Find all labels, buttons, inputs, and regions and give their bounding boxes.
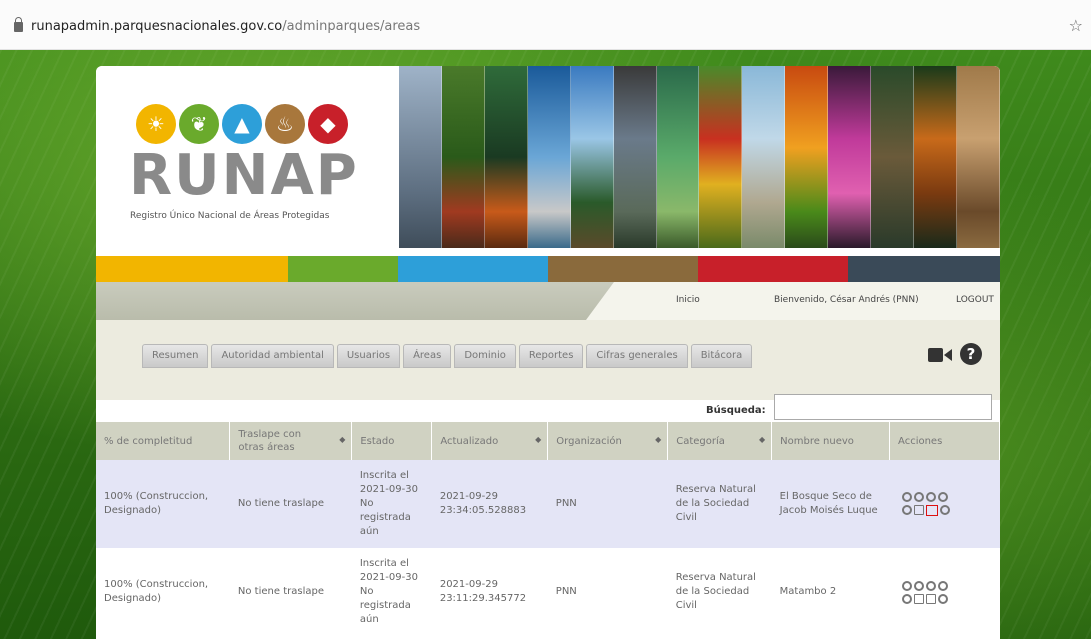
header: ☀ ❦ ▲ ♨ ◆ RUNAP Registro Único Nacional … [96, 66, 1000, 256]
runap-logo: ☀ ❦ ▲ ♨ ◆ RUNAP Registro Único Nacional … [124, 98, 374, 228]
logout-link[interactable]: LOGOUT [956, 295, 994, 305]
user-bar: Inicio Bienvenido, César Andrés (PNN) LO… [96, 282, 1000, 320]
tabs-area: Resumen Autoridad ambiental Usuarios Áre… [96, 320, 1000, 400]
info-icon[interactable] [939, 505, 950, 515]
search-input[interactable] [774, 394, 992, 420]
col-traslape[interactable]: Traslape con otras áreas ◆ [229, 422, 353, 460]
sort-icon[interactable]: ◆ [535, 435, 541, 444]
delete-icon[interactable] [901, 593, 912, 604]
fire-icon: ♨ [265, 104, 305, 144]
welcome-text: Bienvenido, César Andrés (PNN) [774, 295, 919, 305]
mountain-icon: ▲ [222, 104, 262, 144]
cell-categoria: Reserva Natural de la Sociedad Civil [667, 548, 772, 636]
col-categoria[interactable]: Categoría ◆ [667, 422, 773, 460]
tab-areas[interactable]: Áreas [403, 344, 452, 368]
main-panel: ☀ ❦ ▲ ♨ ◆ RUNAP Registro Único Nacional … [96, 66, 1000, 639]
table-row[interactable]: 100% (Construccion, Designado) No tiene … [96, 460, 1000, 548]
cell-nombre: El Bosque Seco de Jacob Moisés Luque [771, 460, 890, 548]
tab-resumen[interactable]: Resumen [142, 344, 209, 368]
tab-autoridad-ambiental[interactable]: Autoridad ambiental [211, 344, 334, 368]
link-icon[interactable] [925, 505, 938, 516]
col-acciones: Acciones [889, 422, 1000, 460]
leaf-icon: ❦ [179, 104, 219, 144]
info-icon[interactable] [937, 593, 948, 604]
cell-acciones [889, 548, 1000, 636]
cell-nombre: Matambo 2 [771, 548, 890, 636]
areas-table: % de completitud Traslape con otras área… [96, 422, 1000, 636]
link-icon[interactable] [925, 593, 936, 604]
view-icon[interactable] [901, 492, 912, 502]
check-icon[interactable] [937, 580, 948, 591]
delete-icon[interactable] [901, 505, 912, 515]
url-text[interactable]: runapadmin.parquesnacionales.gov.co/admi… [31, 19, 420, 34]
sort-icon[interactable]: ◆ [759, 435, 765, 444]
nature-photo-banner [399, 66, 1000, 248]
col-estado[interactable]: Estado [351, 422, 433, 460]
cell-actualizado: 2021-09-29 23:11:29.345772 [431, 548, 548, 636]
bookmark-star-icon[interactable]: ☆ [1069, 16, 1083, 35]
cell-organizacion: PNN [547, 548, 668, 636]
cell-organizacion: PNN [547, 460, 668, 548]
map-icon[interactable] [925, 580, 936, 591]
search-row: Búsqueda: [96, 394, 1000, 422]
cell-traslape: No tiene traslape [229, 460, 352, 548]
col-completitud[interactable]: % de completitud [96, 422, 231, 460]
col-actualizado[interactable]: Actualizado ◆ [431, 422, 549, 460]
cell-completitud: 100% (Construccion, Designado) [96, 460, 230, 548]
search-label: Búsqueda: [706, 405, 766, 416]
table-row[interactable]: 100% (Construccion, Designado) No tiene … [96, 548, 1000, 636]
tab-dominio[interactable]: Dominio [454, 344, 516, 368]
lock-icon [14, 17, 23, 32]
check-icon[interactable] [937, 492, 948, 502]
map-icon[interactable] [925, 492, 936, 502]
sort-icon[interactable]: ◆ [655, 435, 661, 444]
color-bar [96, 256, 1000, 282]
table-header-row: % de completitud Traslape con otras área… [96, 422, 1000, 460]
cell-estado: Inscrita el 2021-09-30 No registrada aún [351, 460, 432, 548]
tab-usuarios[interactable]: Usuarios [336, 344, 401, 368]
browser-address-bar[interactable]: runapadmin.parquesnacionales.gov.co/admi… [0, 0, 1091, 50]
cell-estado: Inscrita el 2021-09-30 No registrada aún [351, 548, 432, 636]
document-icon[interactable] [913, 505, 924, 515]
help-icon[interactable]: ? [960, 343, 982, 365]
home-link[interactable]: Inicio [676, 295, 700, 305]
cell-traslape: No tiene traslape [229, 548, 352, 636]
sun-icon: ☀ [136, 104, 176, 144]
cell-actualizado: 2021-09-29 23:34:05.528883 [431, 460, 548, 548]
nav-tabs: Resumen Autoridad ambiental Usuarios Áre… [142, 344, 753, 368]
col-organizacion[interactable]: Organización ◆ [547, 422, 669, 460]
logo-subtitle: Registro Único Nacional de Áreas Protegi… [130, 211, 330, 221]
view-icon[interactable] [901, 580, 912, 591]
document-icon[interactable] [913, 593, 924, 604]
edit-icon[interactable] [913, 492, 924, 502]
tab-bitacora[interactable]: Bitácora [690, 344, 753, 368]
col-nombre-nuevo[interactable]: Nombre nuevo [771, 422, 891, 460]
cell-acciones [889, 460, 1000, 548]
edit-icon[interactable] [913, 580, 924, 591]
animal-icon: ◆ [308, 104, 348, 144]
cell-categoria: Reserva Natural de la Sociedad Civil [667, 460, 772, 548]
sort-icon[interactable]: ◆ [339, 435, 345, 444]
tab-cifras-generales[interactable]: Cifras generales [586, 344, 688, 368]
video-camera-icon[interactable] [928, 346, 952, 364]
logo-word: RUNAP [129, 143, 359, 208]
cell-completitud: 100% (Construccion, Designado) [96, 548, 230, 636]
tab-reportes[interactable]: Reportes [518, 344, 584, 368]
